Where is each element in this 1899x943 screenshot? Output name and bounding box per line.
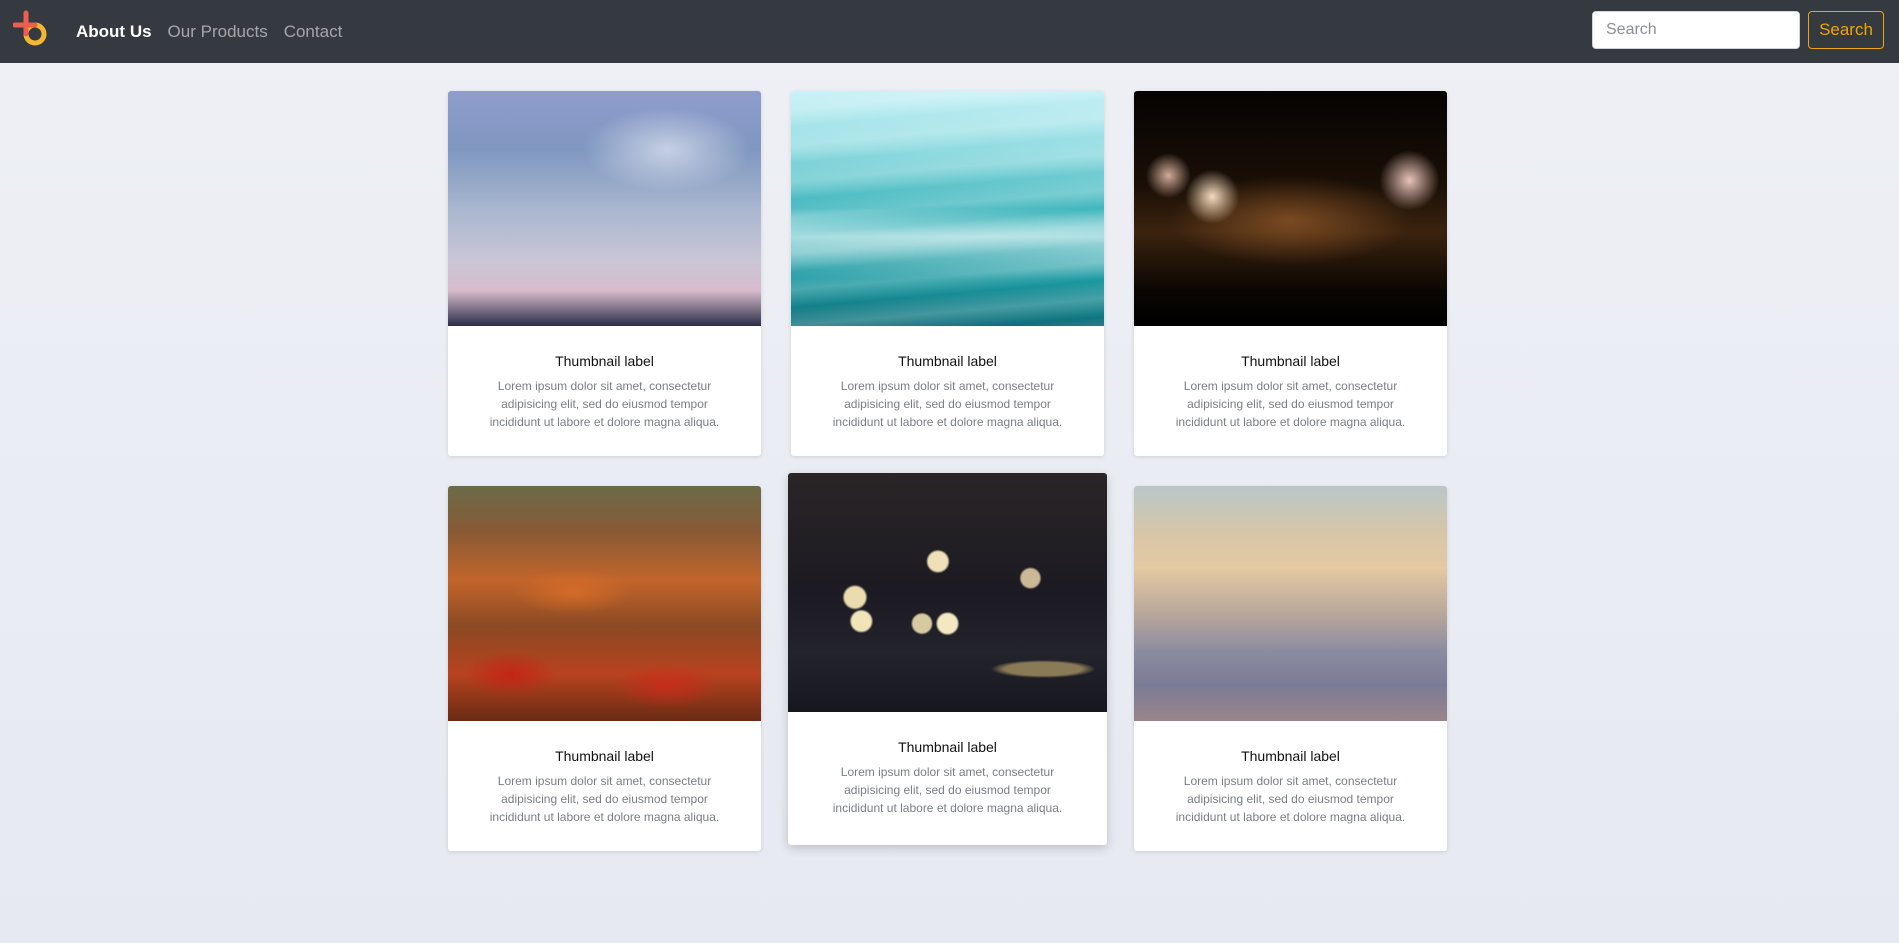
nav-link-our-products[interactable]: Our Products <box>168 22 268 42</box>
card-text: Lorem ipsum dolor sit amet, consectetur … <box>489 774 720 824</box>
thumbnail-card: Thumbnail label Lorem ipsum dolor sit am… <box>1134 91 1447 456</box>
thumbnail-card: Thumbnail label Lorem ipsum dolor sit am… <box>1134 486 1447 851</box>
thumbnail-card: Thumbnail label Lorem ipsum dolor sit am… <box>791 91 1104 456</box>
thumbnail-card: Thumbnail label Lorem ipsum dolor sit am… <box>448 486 761 851</box>
card-title: Thumbnail label <box>555 353 654 369</box>
thumbnail-image <box>448 91 761 326</box>
thumbnail-image <box>788 473 1107 712</box>
card-text: Lorem ipsum dolor sit amet, consectetur … <box>1175 774 1406 824</box>
card-title: Thumbnail label <box>1241 353 1340 369</box>
nav-link-contact[interactable]: Contact <box>284 22 343 42</box>
card-title: Thumbnail label <box>555 748 654 764</box>
thumbnail-image <box>791 91 1104 326</box>
thumbnail-image <box>1134 486 1447 721</box>
card-text: Lorem ipsum dolor sit amet, consectetur … <box>832 765 1063 815</box>
thumbnail-card-hovered[interactable]: Thumbnail label Lorem ipsum dolor sit am… <box>788 473 1107 845</box>
nav-link-about-us[interactable]: About Us <box>76 22 152 42</box>
thumbnail-image <box>448 486 761 721</box>
card-text: Lorem ipsum dolor sit amet, consectetur … <box>832 379 1063 429</box>
card-title: Thumbnail label <box>898 739 997 755</box>
thumbnail-image <box>1134 91 1447 326</box>
search-input[interactable] <box>1592 11 1800 49</box>
top-navbar: About Us Our Products Contact Search <box>0 0 1899 63</box>
card-text: Lorem ipsum dolor sit amet, consectetur … <box>1175 379 1406 429</box>
nav-links: About Us Our Products Contact <box>76 0 358 63</box>
search-button[interactable]: Search <box>1808 11 1884 49</box>
card-text: Lorem ipsum dolor sit amet, consectetur … <box>489 379 720 429</box>
thumbnail-card: Thumbnail label Lorem ipsum dolor sit am… <box>448 91 761 456</box>
card-title: Thumbnail label <box>1241 748 1340 764</box>
brand-logo-icon[interactable] <box>13 10 51 48</box>
card-title: Thumbnail label <box>898 353 997 369</box>
